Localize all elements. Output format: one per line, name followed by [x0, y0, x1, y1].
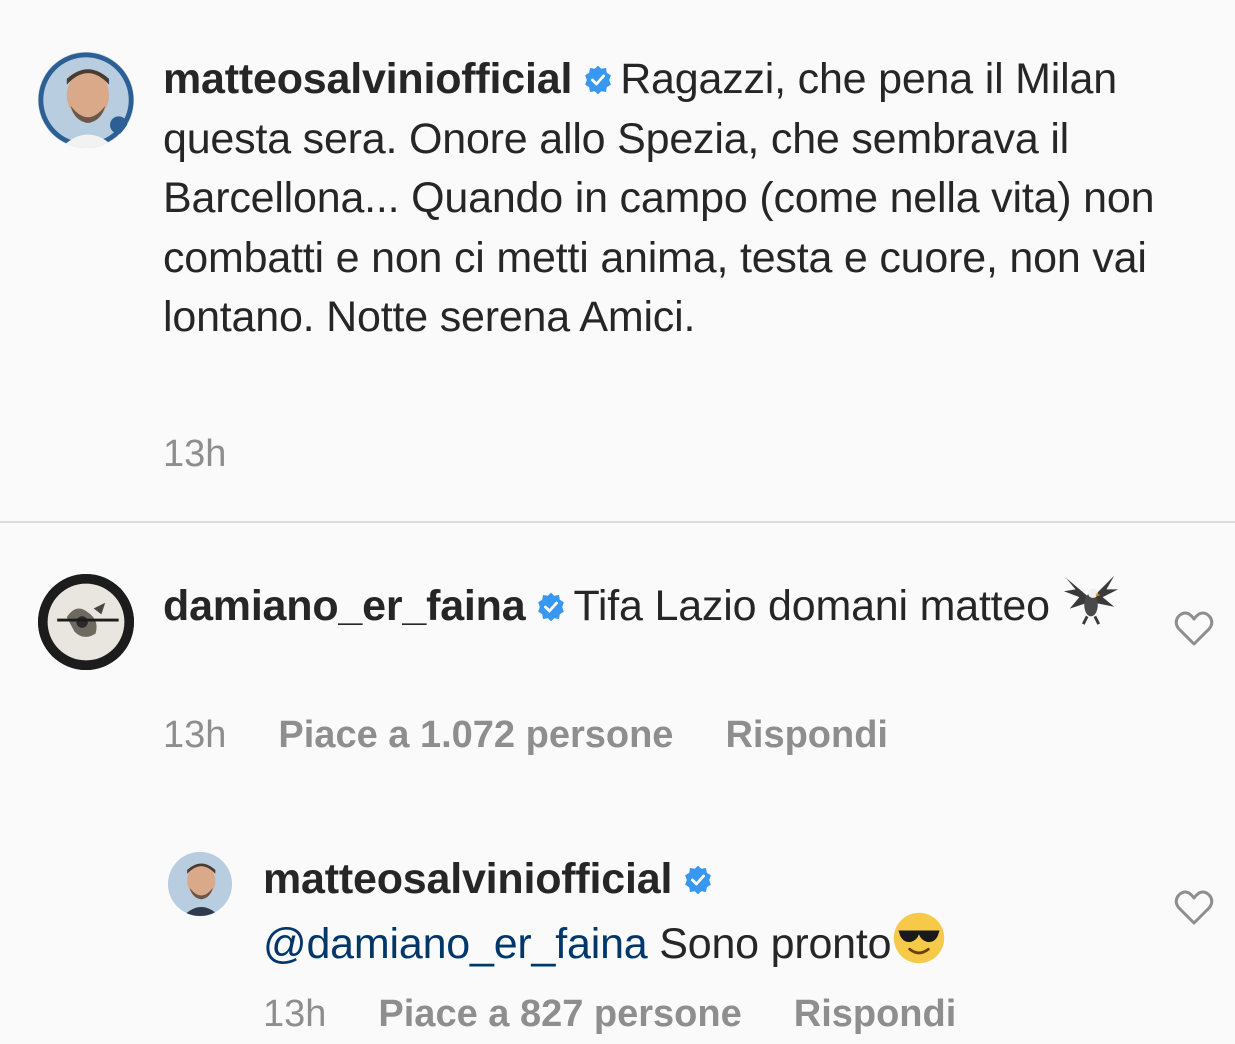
- comment-time: 13h: [163, 714, 227, 756]
- reply-button[interactable]: Rispondi: [725, 714, 888, 756]
- reply-username[interactable]: matteosalviniofficial: [263, 855, 672, 903]
- eagle-icon: [1062, 570, 1120, 645]
- likes-count-link[interactable]: Piace a 827 persone: [378, 993, 741, 1035]
- like-heart-icon[interactable]: [1174, 890, 1214, 926]
- post-caption: matteosalviniofficial Ragazzi, che pena i…: [0, 0, 1235, 520]
- profile-photo-icon: [38, 574, 134, 670]
- reply-time: 13h: [263, 993, 327, 1035]
- verified-badge-icon: [682, 864, 714, 896]
- reply-text: Sono pronto: [647, 919, 892, 968]
- profile-photo-icon: [38, 52, 134, 148]
- profile-photo-icon: [168, 852, 232, 916]
- likes-count-link[interactable]: Piace a 1.072 persone: [278, 714, 673, 756]
- avatar[interactable]: [38, 574, 134, 670]
- avatar[interactable]: [38, 52, 134, 148]
- caption-username[interactable]: matteosalviniofficial: [163, 55, 572, 103]
- comment-text: Tifa Lazio domani matteo: [573, 582, 1050, 630]
- divider: [0, 521, 1235, 523]
- caption-time: 13h: [163, 433, 227, 475]
- verified-badge-icon: [535, 591, 567, 623]
- mention-link[interactable]: @damiano_er_faina: [263, 920, 648, 968]
- comment-meta: 13h Piace a 1.072 persone Rispondi: [163, 714, 940, 757]
- avatar[interactable]: [168, 852, 232, 916]
- sunglasses-emoji: [891, 910, 947, 983]
- caption-meta: 13h: [163, 433, 278, 476]
- reply-button[interactable]: Rispondi: [794, 993, 957, 1035]
- reply-meta: 13h Piace a 827 persone Rispondi: [263, 993, 1008, 1036]
- verified-badge-icon: [582, 64, 614, 96]
- comment-username[interactable]: damiano_er_faina: [163, 582, 526, 630]
- like-heart-icon[interactable]: [1174, 611, 1214, 647]
